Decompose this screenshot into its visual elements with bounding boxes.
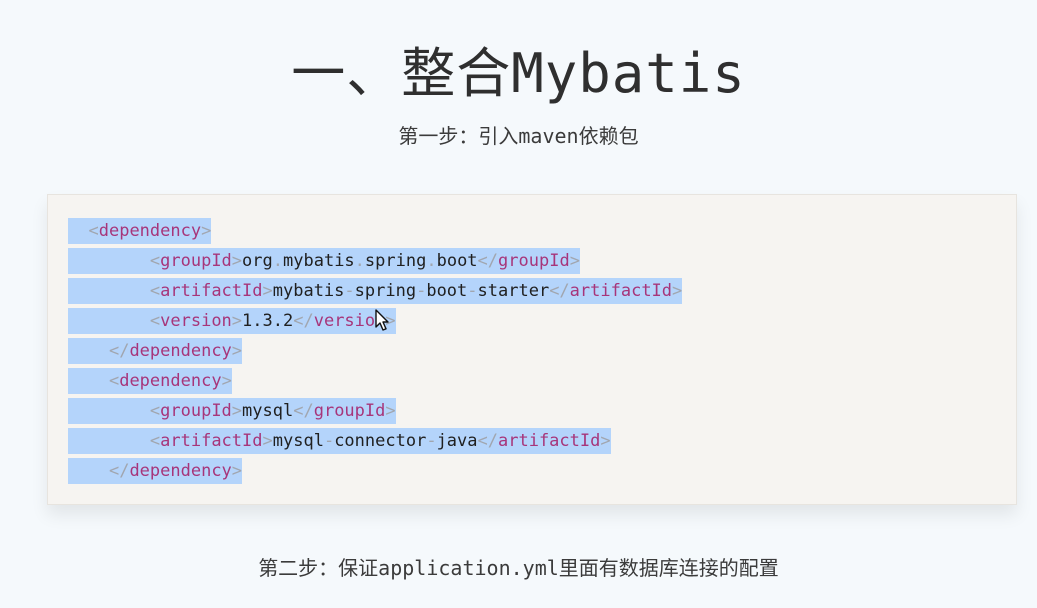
bracket-open: </ xyxy=(108,461,130,481)
bracket-close: > xyxy=(231,461,243,481)
selection-highlight: <dependency> xyxy=(68,218,212,244)
xml-value-sep: . xyxy=(272,251,284,271)
xml-tag: dependency xyxy=(129,341,232,361)
bracket-open: </ xyxy=(477,251,499,271)
selection-highlight: </dependency> xyxy=(68,458,243,484)
bracket-open: < xyxy=(108,371,120,391)
bracket-close: > xyxy=(600,431,611,451)
xml-value: java xyxy=(436,431,478,451)
xml-tag: version xyxy=(160,311,232,331)
xml-tag: groupId xyxy=(160,401,232,421)
code-line: </dependency> xyxy=(68,456,682,486)
step-two-text: 第二步：保证application.yml里面有数据库连接的配置 xyxy=(258,556,779,580)
xml-value: boot xyxy=(436,251,478,271)
xml-value: mysql xyxy=(242,401,294,421)
xml-tag: groupId xyxy=(313,401,386,421)
bracket-close: > xyxy=(231,341,243,361)
code-line: <dependency> xyxy=(68,366,682,396)
bracket-open: < xyxy=(149,401,161,421)
xml-tag: groupId xyxy=(160,251,232,271)
code-line: <groupId>mysql</groupId> xyxy=(68,396,682,426)
xml-value-sep: . xyxy=(426,251,437,271)
xml-value-sep: . xyxy=(354,251,365,271)
xml-value: org xyxy=(242,251,273,271)
bracket-open: </ xyxy=(549,281,570,301)
bracket-open: < xyxy=(149,431,161,451)
selection-highlight: <groupId>mysql</groupId> xyxy=(68,398,396,424)
xml-value: mysql xyxy=(272,431,324,451)
bracket-open: </ xyxy=(293,311,314,331)
xml-value: spring xyxy=(354,281,417,301)
xml-value: 1.3.2 xyxy=(242,311,294,331)
bracket-open: </ xyxy=(108,341,130,361)
selection-highlight: <artifactId>mybatis-spring-boot-starter<… xyxy=(68,278,683,304)
bracket-close: > xyxy=(221,371,232,391)
bracket-close: > xyxy=(262,431,273,451)
bracket-open: < xyxy=(149,281,161,301)
bracket-close: > xyxy=(262,281,273,301)
code-line: <artifactId>mysql-connector-java</artifa… xyxy=(68,426,682,456)
code-line: <artifactId>mybatis-spring-boot-starter<… xyxy=(68,276,683,306)
xml-tag: artifactId xyxy=(498,431,601,451)
bracket-close: > xyxy=(569,251,580,271)
xml-tag: dependency xyxy=(129,461,232,481)
bracket-open: < xyxy=(149,251,161,271)
bracket-close: > xyxy=(231,251,243,271)
page-title: 一、整合Mybatis xyxy=(291,42,746,105)
code-line: <dependency> xyxy=(68,216,682,246)
selection-highlight: <dependency> xyxy=(68,368,232,394)
selection-highlight: <version>1.3.2</version> xyxy=(68,308,396,334)
bracket-close: > xyxy=(385,401,396,421)
xml-value-sep: - xyxy=(344,281,355,301)
bracket-open: </ xyxy=(293,401,314,421)
code-block[interactable]: <dependency> <groupId>org.mybatis.spring… xyxy=(47,194,1017,505)
xml-value: connector xyxy=(334,431,427,451)
xml-tag: dependency xyxy=(98,221,202,241)
bracket-close: > xyxy=(231,401,243,421)
xml-value-sep: - xyxy=(426,431,437,451)
xml-value: mybatis xyxy=(272,281,345,301)
bracket-close: > xyxy=(231,311,243,331)
xml-tag: dependency xyxy=(119,371,222,391)
xml-tag: groupId xyxy=(498,251,570,271)
xml-tag: artifactId xyxy=(569,281,673,301)
bracket-open: < xyxy=(88,221,99,241)
step-one-text: 第一步：引入maven依赖包 xyxy=(398,124,639,148)
selection-highlight: </dependency> xyxy=(68,338,243,364)
xml-tag: artifactId xyxy=(160,281,263,301)
code-line: <groupId>org.mybatis.spring.boot</groupI… xyxy=(68,246,682,276)
xml-value-sep: - xyxy=(323,431,335,451)
code-lines: <dependency> <groupId>org.mybatis.spring… xyxy=(68,216,683,486)
code-line: </dependency> xyxy=(68,336,682,366)
mouse-pointer-icon xyxy=(375,309,389,331)
xml-value: spring xyxy=(364,251,427,271)
bracket-close: > xyxy=(672,281,683,301)
xml-value-sep: - xyxy=(416,281,427,301)
selection-highlight: <artifactId>mysql-connector-java</artifa… xyxy=(68,428,611,454)
bracket-close: > xyxy=(201,221,212,241)
bracket-open: < xyxy=(149,311,161,331)
xml-value-sep: - xyxy=(467,281,478,301)
xml-tag: artifactId xyxy=(160,431,263,451)
selection-highlight: <groupId>org.mybatis.spring.boot</groupI… xyxy=(68,248,580,274)
xml-value: starter xyxy=(477,281,550,301)
bracket-open: </ xyxy=(477,431,498,451)
xml-value: mybatis xyxy=(283,251,355,271)
xml-value: boot xyxy=(426,281,468,301)
